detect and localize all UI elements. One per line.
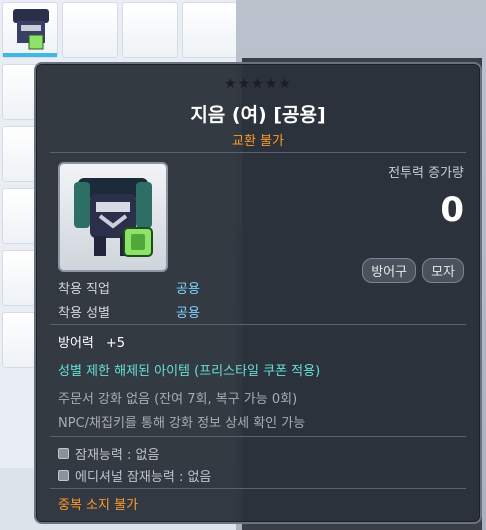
additional-potential-icon: [58, 470, 69, 481]
item-image: [58, 162, 168, 272]
slot-highlight-bar: [3, 53, 57, 57]
enhance-info: 주문서 강화 없음 (잔여 7회, 복구 가능 0회): [58, 392, 298, 407]
divider: [50, 324, 466, 325]
potential-text: 잠재능력 : 없음: [75, 448, 160, 463]
duplicate-restriction: 중복 소지 불가: [58, 498, 139, 513]
requirement-row: 착용 직업 공용: [58, 278, 200, 297]
divider: [50, 488, 466, 489]
npc-info: NPC/채집키를 통해 강화 정보 상세 확인 가능: [58, 416, 306, 431]
hat-item-icon: [13, 9, 49, 50]
helmet-armor-icon: [74, 178, 153, 257]
requirement-label: 착용 직업: [58, 282, 110, 297]
category-tags: 방어구 모자: [362, 258, 464, 283]
star-force-stars: ★★★★★: [224, 76, 292, 92]
inventory-slot[interactable]: [182, 2, 238, 58]
gender-unlock-note: 성별 제한 해제된 아이템 (프리스타일 쿠폰 적용): [58, 364, 321, 379]
inventory-slot-hat[interactable]: [2, 2, 58, 58]
category-armor: 방어구: [362, 258, 417, 283]
item-name: 지음 (여) [공용]: [190, 104, 326, 126]
inventory-slot[interactable]: [62, 2, 118, 58]
power-increase-value: 0: [440, 190, 464, 230]
additional-potential-text: 에디셔널 잠재능력 : 없음: [75, 470, 212, 485]
stat-label: 방어력: [58, 336, 94, 351]
requirement-label: 착용 성별: [58, 306, 110, 321]
defense-stat: 방어력 +5: [58, 332, 125, 351]
power-increase-label: 전투력 증가량: [388, 166, 464, 181]
divider: [50, 152, 466, 153]
item-tooltip: ★★★★★ 지음 (여) [공용] 교환 불가 전투력 증가량 0 방어구 모자…: [34, 62, 482, 524]
requirement-value: 공용: [176, 282, 200, 297]
requirement-value: 공용: [176, 306, 200, 321]
category-hat: 모자: [422, 258, 464, 283]
divider: [50, 436, 466, 437]
additional-potential-row: 에디셔널 잠재능력 : 없음: [58, 466, 211, 485]
potential-row: 잠재능력 : 없음: [58, 444, 159, 463]
requirement-row: 착용 성별 공용: [58, 302, 200, 321]
stat-bonus: +5: [105, 336, 126, 351]
trade-restriction: 교환 불가: [232, 134, 284, 149]
inventory-slot[interactable]: [122, 2, 178, 58]
potential-icon: [58, 448, 69, 459]
